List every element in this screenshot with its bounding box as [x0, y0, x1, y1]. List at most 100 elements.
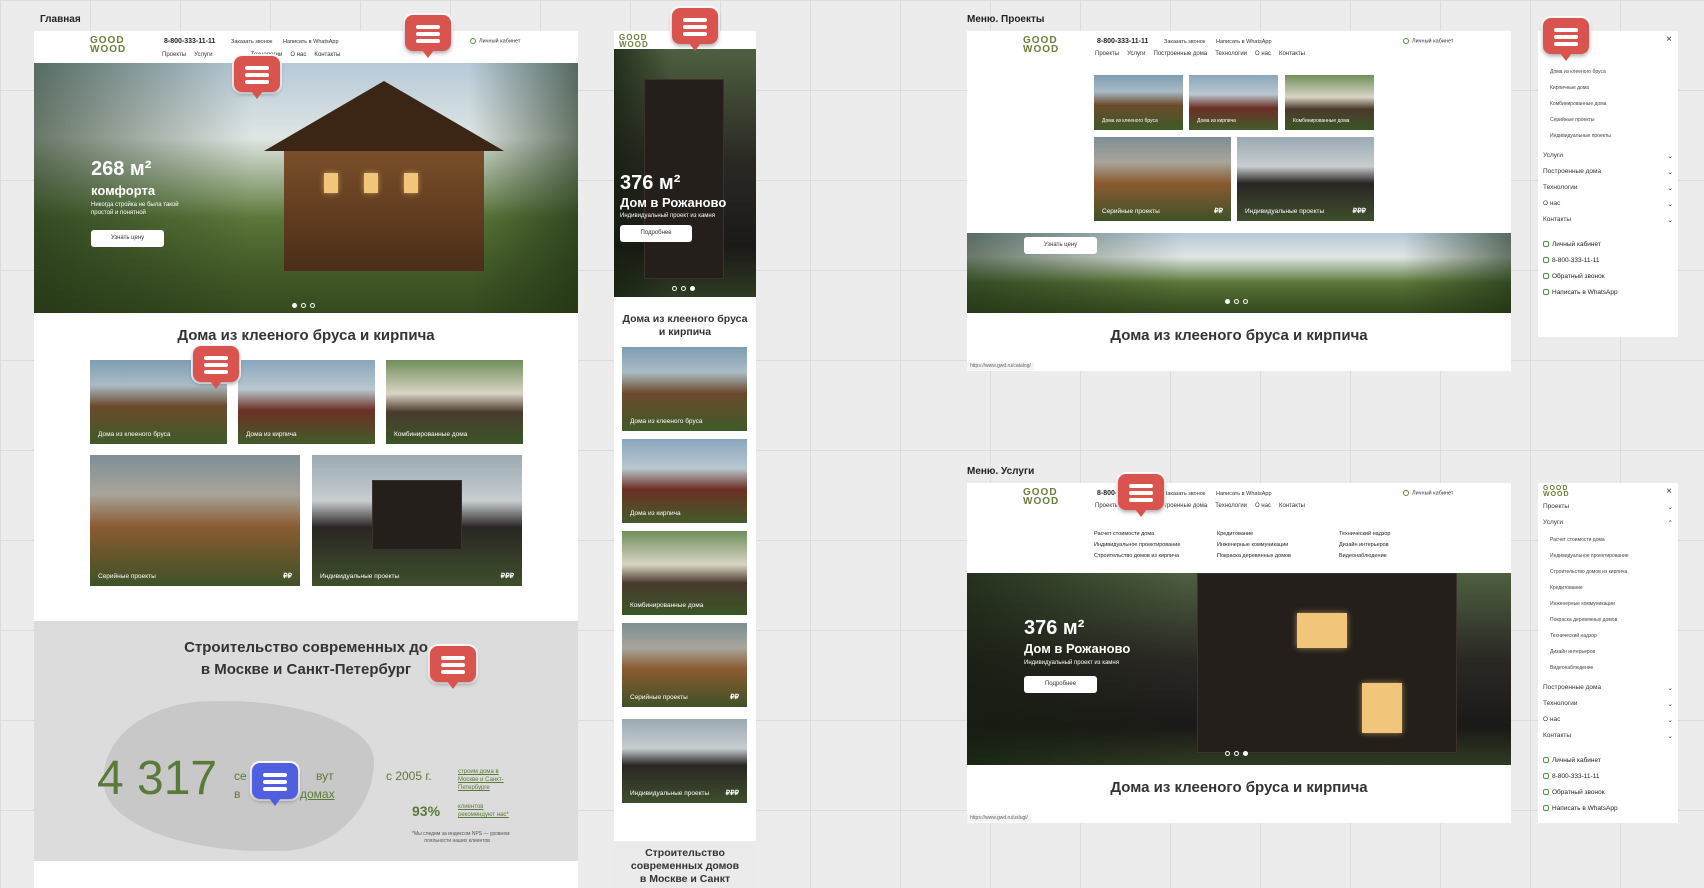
hero-price-button[interactable]: Узнать цену [91, 230, 164, 247]
menu-item[interactable]: Услуги ⌄ [1543, 152, 1673, 160]
category-tile[interactable]: Комбинированные дома [622, 531, 747, 615]
menu-phone[interactable]: 8-800-333-11-11 [1543, 773, 1599, 780]
slider-dot[interactable] [1234, 751, 1239, 756]
hero-slider[interactable]: Узнать цену [967, 233, 1511, 313]
menu-subitem[interactable]: Технический надзор [1550, 633, 1597, 639]
nav-item[interactable]: Контакты [1279, 51, 1305, 57]
category-tile[interactable]: Комбинированные дома [386, 360, 523, 444]
slider-dot[interactable] [1234, 299, 1239, 304]
menu-subitem[interactable]: Кирпичные дома [1550, 85, 1589, 91]
slider-dot[interactable] [292, 303, 297, 308]
mega-menu-tile[interactable]: Дома из кирпича [1189, 75, 1278, 130]
slider-dot[interactable] [301, 303, 306, 308]
site-logo[interactable]: GOOD WOOD [619, 34, 649, 49]
menu-subitem[interactable]: Покраска деревянных домов [1550, 617, 1617, 623]
slider-dot[interactable] [681, 286, 686, 291]
hero-more-button[interactable]: Подробнее [1024, 676, 1097, 693]
site-logo[interactable]: GOOD WOOD [1023, 36, 1059, 55]
menu-item-open[interactable]: Услуги ⌃ [1543, 519, 1673, 527]
menu-item[interactable]: О нас ⌄ [1543, 716, 1673, 724]
menu-callback[interactable]: Обратный звонок [1543, 273, 1605, 280]
header-account-link[interactable]: Личный кабинет [470, 38, 520, 44]
slider-dot[interactable] [1243, 751, 1248, 756]
menu-subitem[interactable]: Кредитование [1550, 585, 1583, 591]
nav-contacts[interactable]: Контакты [314, 52, 340, 58]
comment-pin-active[interactable] [252, 763, 298, 806]
category-tile[interactable]: Индивидуальные проекты ₽₽₽ [312, 455, 522, 586]
dropdown-link[interactable]: Расчет стоимости дома [1094, 529, 1180, 540]
nav-about[interactable]: О нас [290, 52, 306, 58]
header-whatsapp-link[interactable]: Написать в WhatsApp [283, 39, 339, 45]
menu-subitem[interactable]: Строительство домов из кирпича [1550, 569, 1627, 575]
dropdown-link[interactable]: Кредитование [1217, 529, 1291, 540]
mega-menu-tile[interactable]: Серийные проекты ₽₽ [1094, 137, 1231, 221]
close-icon[interactable]: × [1666, 486, 1672, 497]
hero-slider[interactable]: 268 м² комфорта Никогда стройка не была … [34, 63, 578, 313]
menu-item[interactable]: Проекты ⌄ [1543, 503, 1673, 511]
slider-dot[interactable] [672, 286, 677, 291]
category-tile[interactable]: Серийные проекты ₽₽ [90, 455, 300, 586]
menu-account[interactable]: Личный кабинет [1543, 757, 1601, 764]
menu-item[interactable]: Технологии ⌄ [1543, 700, 1673, 708]
families-caption-d[interactable]: домах [300, 787, 335, 801]
nav-item[interactable]: Контакты [1279, 503, 1305, 509]
mobile-hero-slider[interactable]: 376 м² Дом в Рожаново Индивидуальный про… [614, 49, 756, 297]
menu-subitem[interactable]: Индивидуальное проектирование [1550, 553, 1629, 559]
dropdown-link[interactable]: Технический надзор [1339, 529, 1391, 540]
hero-slider[interactable]: 376 м² Дом в Рожаново Индивидуальный про… [967, 573, 1511, 765]
site-logo[interactable]: GOOD WOOD [90, 36, 126, 55]
menu-item[interactable]: Построенные дома ⌄ [1543, 168, 1673, 176]
close-icon[interactable]: × [1666, 34, 1672, 45]
category-tile[interactable]: Индивидуальные проекты ₽₽₽ [622, 719, 747, 803]
dropdown-link[interactable]: Инженерные коммуникации [1217, 540, 1291, 551]
header-callback-link[interactable]: Заказать звонок [1164, 39, 1205, 45]
nav-item[interactable]: О нас [1255, 51, 1271, 57]
slider-dot[interactable] [1225, 751, 1230, 756]
category-tile[interactable]: Дома из кирпича [238, 360, 375, 444]
header-phone[interactable]: 8-800-333-11-11 [1097, 38, 1148, 45]
nps-link[interactable]: клиентов рекомендуют нас* [458, 803, 509, 819]
dropdown-link[interactable]: Дизайн интерьеров [1339, 540, 1391, 551]
menu-callback[interactable]: Обратный звонок [1543, 789, 1605, 796]
slider-dot[interactable] [1225, 299, 1230, 304]
header-whatsapp-link[interactable]: Написать в WhatsApp [1216, 39, 1272, 45]
menu-subitem[interactable]: Дома из клееного бруса [1550, 69, 1606, 75]
nav-item[interactable]: О нас [1255, 503, 1271, 509]
slider-dot[interactable] [1243, 299, 1248, 304]
header-account-link[interactable]: Личный кабинет [1403, 38, 1453, 44]
nav-item[interactable]: Проекты [1095, 503, 1119, 509]
mobile-hero-button[interactable]: Подробнее [620, 225, 692, 242]
menu-account[interactable]: Личный кабинет [1543, 241, 1601, 248]
menu-item[interactable]: Технологии ⌄ [1543, 184, 1673, 192]
menu-subitem[interactable]: Инженерные коммуникации [1550, 601, 1615, 607]
nav-item[interactable]: Услуги [1127, 51, 1145, 57]
mega-menu-tile[interactable]: Индивидуальные проекты ₽₽₽ [1237, 137, 1374, 221]
dropdown-link[interactable]: Покраска деревянных домов [1217, 551, 1291, 562]
dropdown-link[interactable]: Индивидуальное проектирование [1094, 540, 1180, 551]
comment-pin[interactable] [1118, 474, 1164, 517]
since-link[interactable]: строим дома в Москве и Санкт- Петербурге [458, 768, 504, 792]
slider-dot[interactable] [310, 303, 315, 308]
menu-subitem[interactable]: Расчет стоимости дома [1550, 537, 1605, 543]
menu-item[interactable]: Построенные дома ⌄ [1543, 684, 1673, 692]
menu-subitem[interactable]: Комбинированные дома [1550, 101, 1606, 107]
menu-subitem[interactable]: Дизайн интерьеров [1550, 649, 1595, 655]
header-phone[interactable]: 8-800-333-11-11 [164, 38, 215, 45]
nav-item[interactable]: Проекты [1095, 51, 1119, 57]
slider-dot[interactable] [690, 286, 695, 291]
header-callback-link[interactable]: Заказать звонок [231, 39, 272, 45]
nav-projects[interactable]: Проекты [162, 52, 186, 58]
menu-subitem[interactable]: Видеонаблюдение [1550, 665, 1593, 671]
comment-pin[interactable] [672, 8, 718, 51]
header-account-link[interactable]: Личный кабинет [1403, 490, 1453, 496]
mega-menu-tile[interactable]: Комбинированные дома [1285, 75, 1374, 130]
mega-menu-tile[interactable]: Дома из клееного бруса [1094, 75, 1183, 130]
category-tile[interactable]: Дома из клееного бруса [622, 347, 747, 431]
comment-pin[interactable] [1543, 18, 1589, 61]
nav-item[interactable]: Построенные дома [1154, 51, 1208, 57]
menu-item[interactable]: О нас ⌄ [1543, 200, 1673, 208]
comment-pin[interactable] [193, 346, 239, 389]
menu-item[interactable]: Контакты ⌄ [1543, 732, 1673, 740]
comment-pin[interactable] [234, 56, 280, 99]
header-callback-link[interactable]: Заказать звонок [1164, 491, 1205, 497]
